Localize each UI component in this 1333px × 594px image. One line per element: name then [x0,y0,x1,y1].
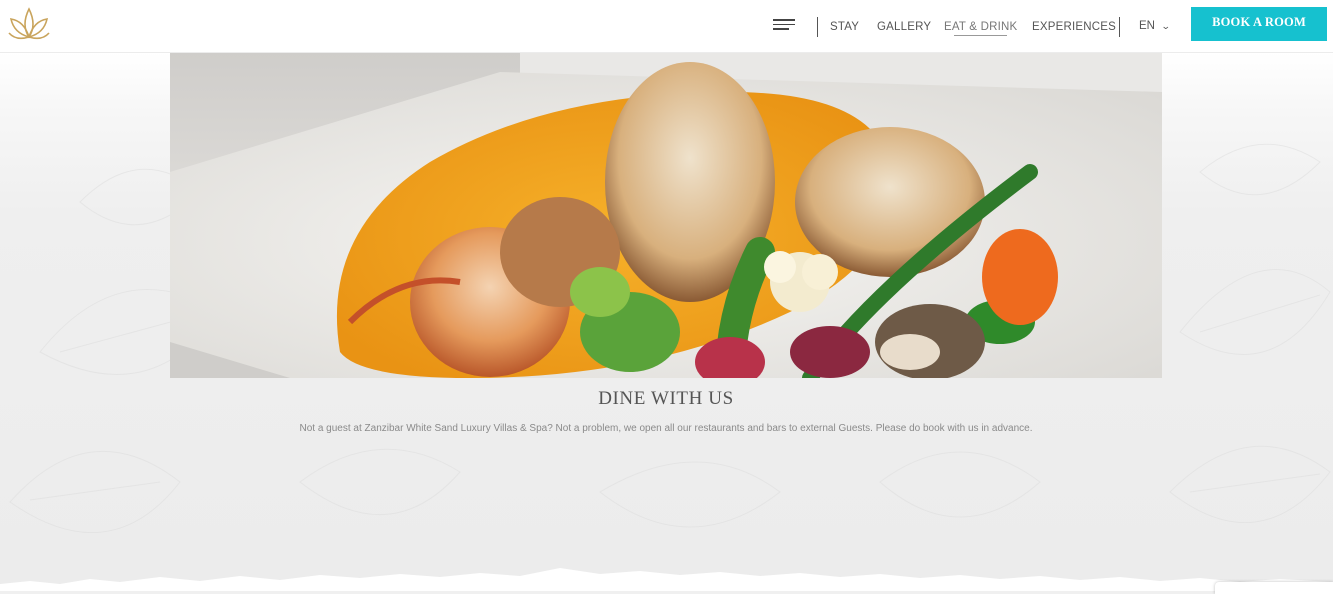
hamburger-menu-icon[interactable] [773,19,797,33]
book-room-button[interactable]: BOOK A ROOM [1191,7,1327,41]
nav-link-eat-drink[interactable]: EAT & DRINK [944,21,1017,36]
section-description: Not a guest at Zanzibar White Sand Luxur… [299,423,1033,434]
site-header: STAY GALLERY EAT & DRINK EXPERIENCES EN ⌄… [0,0,1333,53]
chevron-down-icon: ⌄ [1160,21,1171,31]
nav-link-experiences[interactable]: EXPERIENCES [1032,21,1116,33]
seafood-dish-photo [170,52,1162,378]
nav-divider [1119,17,1120,37]
section-title: DINE WITH US [598,388,734,409]
lotus-logo-icon[interactable] [6,3,52,43]
nav-divider [817,17,818,37]
nav-link-stay[interactable]: STAY [830,21,859,33]
language-label: EN [1139,20,1155,32]
language-selector[interactable]: EN ⌄ [1139,20,1171,32]
recaptcha-badge[interactable] [1215,582,1333,594]
torn-paper-edge [0,568,1333,591]
nav-link-gallery[interactable]: GALLERY [877,21,931,33]
hero-image-illustration [170,52,1162,378]
